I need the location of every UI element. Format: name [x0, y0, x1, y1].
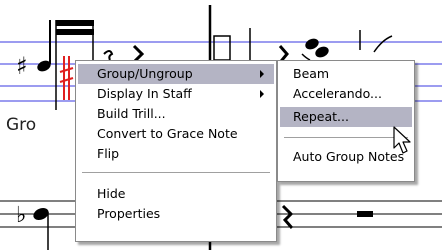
submenu-item-label: Repeat... [293, 109, 349, 124]
whole-rest [357, 211, 373, 217]
submenu-item-beam[interactable]: Beam [280, 64, 412, 84]
notation-box [213, 35, 231, 61]
submenu-item-repeat[interactable]: Repeat... [280, 107, 412, 127]
submenu-arrow-icon [260, 70, 264, 78]
flat-symbol: ♭ [16, 203, 26, 228]
menu-item-build-trill[interactable]: Build Trill... [78, 104, 274, 124]
menu-item-hide[interactable]: Hide [78, 184, 274, 204]
beam [56, 20, 94, 26]
menu-item-label: Convert to Grace Note [97, 126, 238, 141]
submenu-item-label: Auto Group Notes [293, 149, 405, 164]
submenu-item-label: Beam [293, 66, 330, 81]
menu-item-label: Properties [97, 206, 161, 221]
submenu-item-label: Accelerando... [293, 86, 382, 101]
quarter-rest [281, 204, 294, 229]
submenu-separator [284, 137, 408, 139]
menu-item-label: Flip [97, 146, 120, 161]
sharp-symbol: ♯ [16, 52, 28, 80]
submenu-item-accelerando[interactable]: Accelerando... [280, 84, 412, 104]
beam [56, 29, 94, 35]
menu-item-group-ungroup[interactable]: Group/Ungroup [78, 64, 274, 84]
mouse-cursor-icon [393, 126, 411, 154]
rest-symbol [103, 50, 114, 61]
menu-item-flip[interactable]: Flip [78, 144, 274, 164]
accidental-red [59, 77, 74, 83]
accidental-red [59, 67, 74, 73]
menu-item-properties[interactable]: Properties [78, 204, 274, 224]
menu-item-label: Build Trill... [97, 106, 166, 121]
menu-item-convert-to-grace-note[interactable]: Convert to Grace Note [78, 124, 274, 144]
menu-item-display-in-staff[interactable]: Display In Staff [78, 84, 274, 104]
menu-item-label: Group/Ungroup [97, 66, 193, 81]
slur [373, 35, 393, 53]
menu-item-label: Hide [97, 186, 126, 201]
menu-separator [82, 172, 270, 174]
score-text-caption: Gro [6, 115, 37, 135]
submenu-arrow-icon [260, 90, 264, 98]
menu-item-label: Display In Staff [97, 86, 192, 101]
context-menu: Group/Ungroup Display In Staff Build Tri… [75, 60, 277, 242]
score-editor: ♯ ♭ Gro Group/Ungroup Display In Staff B… [0, 0, 442, 250]
group-ungroup-submenu: Beam Accelerando... Repeat... Auto Group… [277, 60, 415, 182]
